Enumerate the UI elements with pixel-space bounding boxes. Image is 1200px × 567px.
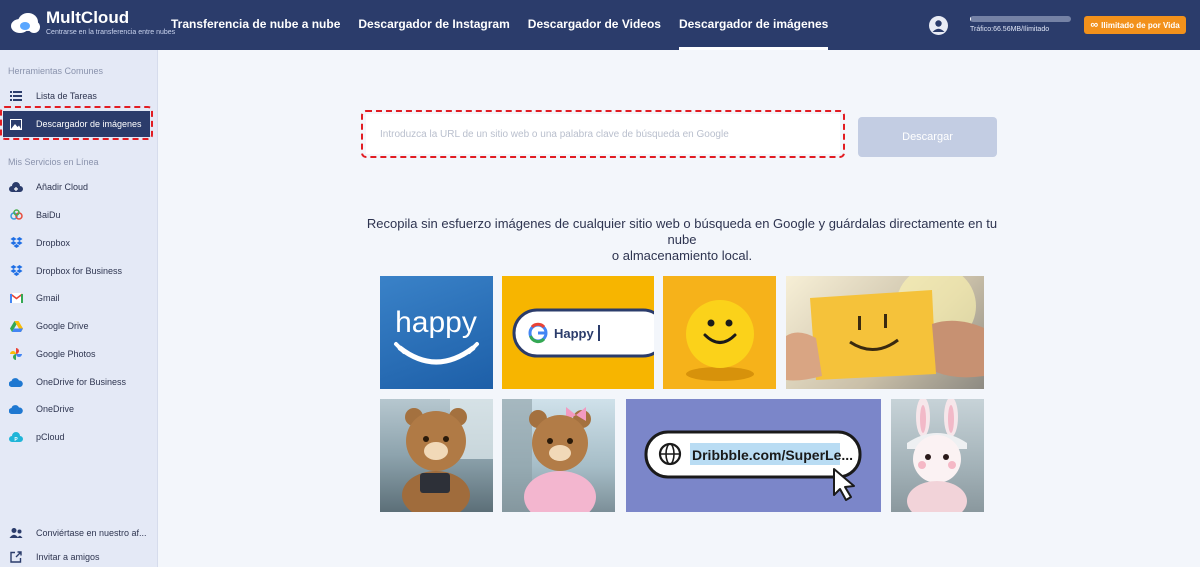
happy-word: happy — [395, 306, 477, 339]
nav-image-downloader[interactable]: Descargador de imágenes — [670, 0, 837, 50]
sidebar-item-label: Dropbox for Business — [36, 266, 123, 276]
onedrive-icon — [9, 402, 23, 416]
google-photos-icon — [9, 347, 23, 361]
sidebar-item-label: Invitar a amigos — [36, 552, 100, 562]
dropbox-business-icon — [9, 264, 23, 278]
sidebar-item-dropbox-business[interactable]: Dropbox for Business — [0, 258, 158, 284]
sample-image-bear-train — [380, 399, 493, 512]
sidebar-item-onedrive[interactable]: OneDrive — [0, 396, 158, 422]
highlight-box-url-input — [361, 110, 845, 158]
description-text: Recopila sin esfuerzo imágenes de cualqu… — [366, 216, 998, 263]
dribbble-url-text: Dribbble.com/SuperLe... — [692, 447, 853, 463]
sidebar-item-label: OneDrive — [36, 404, 75, 414]
nav-video-downloader[interactable]: Descargador de Videos — [519, 0, 670, 50]
sidebar-item-google-drive[interactable]: Google Drive — [0, 313, 158, 339]
nav-cloud-transfer[interactable]: Transferencia de nube a nube — [162, 0, 349, 50]
google-search-text: Happy — [554, 326, 595, 341]
logo[interactable]: MultCloud Centrarse en la transferencia … — [10, 9, 175, 37]
logo-title: MultCloud — [46, 8, 130, 27]
nav-instagram-downloader[interactable]: Descargador de Instagram — [349, 0, 518, 50]
sidebar-item-affiliate[interactable]: Conviértase en nuestro af... — [0, 520, 158, 546]
sample-image-happy-sky: happy — [380, 276, 493, 389]
sidebar-item-pcloud[interactable]: P pCloud — [0, 424, 158, 450]
dropbox-icon — [9, 236, 23, 250]
download-button[interactable]: Descargar — [858, 117, 997, 157]
baidu-icon — [9, 208, 23, 222]
sidebar-item-label: pCloud — [36, 432, 65, 442]
sidebar-item-label: Gmail — [36, 293, 60, 303]
sidebar-item-add-cloud[interactable]: Añadir Cloud — [0, 174, 158, 200]
pcloud-icon: P — [9, 430, 23, 444]
upgrade-button[interactable]: ∞ Ilimitado de por Vida — [1084, 16, 1186, 34]
sidebar-item-label: Google Drive — [36, 321, 89, 331]
sample-image-smiley-note — [786, 276, 984, 389]
sidebar-item-label: Conviértase en nuestro af... — [36, 528, 147, 538]
sidebar-item-invite[interactable]: Invitar a amigos — [0, 544, 158, 567]
sample-image-dribbble-url: Dribbble.com/SuperLe... — [626, 399, 881, 512]
list-icon — [9, 89, 23, 103]
sidebar-item-baidu[interactable]: BaiDu — [0, 202, 158, 228]
google-drive-icon — [9, 319, 23, 333]
sidebar-item-label: Añadir Cloud — [36, 182, 89, 192]
sample-image-bear-pink — [502, 399, 615, 512]
sidebar-item-label: BaiDu — [36, 210, 61, 220]
section-title-services: Mis Servicios en Línea — [8, 157, 99, 167]
sample-image-google-search: Happy — [502, 276, 654, 389]
highlight-box-sidebar — [0, 106, 153, 140]
sample-image-smiley-ball — [663, 276, 776, 389]
traffic-meter: Tráfico:66.56MB/Ilimitado — [970, 16, 1072, 33]
add-cloud-icon — [9, 180, 23, 194]
sidebar-item-dropbox[interactable]: Dropbox — [0, 230, 158, 256]
sidebar-item-label: OneDrive for Business — [36, 377, 127, 387]
logo-subtitle: Centrarse en la transferencia entre nube… — [46, 29, 176, 36]
traffic-progress-fill — [970, 16, 971, 22]
traffic-text: Tráfico:66.56MB/Ilimitado — [970, 26, 1050, 33]
main-nav: Transferencia de nube a nube Descargador… — [162, 0, 837, 50]
gmail-icon — [9, 291, 23, 305]
cloud-logo-icon — [10, 12, 40, 34]
sidebar-item-google-photos[interactable]: Google Photos — [0, 341, 158, 367]
user-avatar-icon[interactable] — [929, 16, 948, 35]
onedrive-business-icon — [9, 375, 23, 389]
sidebar-item-label: Dropbox — [36, 238, 71, 248]
invite-icon — [9, 550, 23, 564]
infinity-icon: ∞ — [1090, 19, 1099, 31]
sidebar-item-label: Google Photos — [36, 349, 96, 359]
top-bar: MultCloud Centrarse en la transferencia … — [0, 0, 1200, 50]
upgrade-label: Ilimitado de por Vida — [1101, 20, 1180, 30]
section-title-tools: Herramientas Comunes — [8, 66, 104, 76]
sidebar: Herramientas Comunes Lista de Tareas Des… — [0, 50, 158, 567]
sample-image-bunny — [891, 399, 984, 512]
affiliate-icon — [9, 526, 23, 540]
traffic-progress-bar — [970, 16, 1071, 22]
sidebar-item-onedrive-business[interactable]: OneDrive for Business — [0, 369, 158, 395]
sidebar-item-label: Lista de Tareas — [36, 91, 97, 101]
sidebar-item-gmail[interactable]: Gmail — [0, 285, 158, 311]
